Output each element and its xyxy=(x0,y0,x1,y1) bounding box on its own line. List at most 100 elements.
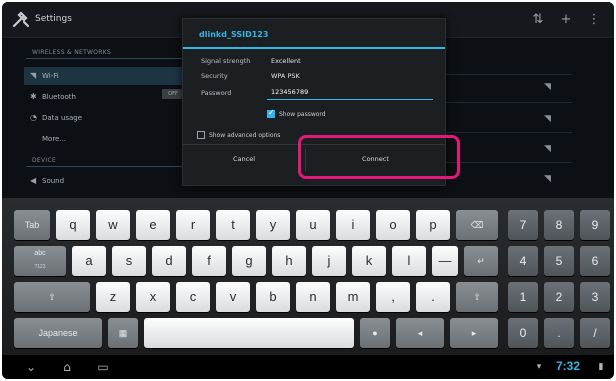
key[interactable]: b xyxy=(256,282,290,312)
section-header-device: DEVICE xyxy=(32,157,57,164)
key[interactable]: f xyxy=(192,246,226,276)
status-clock: 7:32 xyxy=(556,359,581,373)
key[interactable]: — xyxy=(432,246,458,276)
section-divider xyxy=(26,58,184,59)
bluetooth-icon: ✱ xyxy=(30,92,37,101)
numpad-key[interactable]: 8 xyxy=(544,210,574,240)
cancel-button[interactable]: Cancel xyxy=(183,145,305,173)
key[interactable]: j xyxy=(312,246,346,276)
key[interactable]: l xyxy=(392,246,426,276)
wifi-signal-icon: ◥ xyxy=(544,114,551,124)
settings-item-label: Bluetooth xyxy=(42,93,76,101)
key[interactable]: x xyxy=(136,282,170,312)
key[interactable]: s xyxy=(112,246,146,276)
key[interactable]: r xyxy=(176,210,210,240)
settings-item-label: Data usage xyxy=(42,114,83,122)
action-bar-title: Settings xyxy=(35,14,72,24)
shift-icon: ⇧ xyxy=(48,292,56,302)
key[interactable]: t xyxy=(216,210,250,240)
key[interactable]: z xyxy=(96,282,130,312)
shift-key-left[interactable]: ⇧ xyxy=(14,282,90,312)
numpad-key[interactable]: 9 xyxy=(580,210,610,240)
numpad-key[interactable]: 4 xyxy=(508,246,538,276)
space-key[interactable] xyxy=(144,318,354,348)
cursor-left-key[interactable]: ◂ xyxy=(396,318,444,348)
settings-item-more[interactable]: More... xyxy=(24,130,184,148)
numpad-key[interactable]: / xyxy=(580,318,610,348)
abc-mode-key[interactable]: abc ?123 xyxy=(14,246,66,276)
settings-item-bluetooth[interactable]: ✱ Bluetooth xyxy=(24,88,184,106)
keyboard-settings-key[interactable]: ▦ xyxy=(108,318,138,348)
connect-button-highlight xyxy=(298,135,460,179)
show-password-checkbox[interactable] xyxy=(267,108,275,118)
password-input[interactable]: 123456789 xyxy=(267,86,433,100)
overflow-menu-icon[interactable]: ⋮ xyxy=(586,12,602,28)
wifi-signal-icon: ◥ xyxy=(544,144,551,154)
numpad-key[interactable]: 3 xyxy=(580,282,610,312)
tablet-screen: Settings ⇅ + ⋮ WIRELESS & NETWORKS ◥ Wi-… xyxy=(2,2,614,379)
wifi-signal-icon: ◥ xyxy=(544,174,551,184)
section-divider xyxy=(26,166,184,167)
enter-icon: ↵ xyxy=(477,256,485,266)
key[interactable]: p xyxy=(416,210,450,240)
tab-key[interactable]: Tab xyxy=(14,210,50,240)
numpad-key[interactable]: 0 xyxy=(508,318,538,348)
key[interactable]: h xyxy=(272,246,306,276)
key[interactable]: c xyxy=(176,282,210,312)
key[interactable]: d xyxy=(152,246,186,276)
settings-app-icon[interactable] xyxy=(11,10,31,30)
language-key[interactable]: Japanese xyxy=(14,318,102,348)
backspace-key[interactable]: ⌫ xyxy=(456,210,498,240)
arrow-left-icon: ◂ xyxy=(417,328,423,338)
battery-icon: ▮ xyxy=(598,362,604,372)
dialog-title-divider xyxy=(183,47,445,49)
voice-input-key[interactable]: ● xyxy=(360,318,390,348)
key[interactable]: k xyxy=(352,246,386,276)
password-label: Password xyxy=(201,89,232,97)
key[interactable]: q xyxy=(56,210,90,240)
abc-key-label: abc xyxy=(34,250,46,257)
key[interactable]: v xyxy=(216,282,250,312)
settings-item-wifi[interactable]: ◥ Wi-Fi xyxy=(24,67,184,85)
key[interactable]: y xyxy=(256,210,290,240)
settings-item-label: Wi-Fi xyxy=(42,72,59,80)
key[interactable]: i xyxy=(336,210,370,240)
key[interactable]: n xyxy=(296,282,330,312)
bluetooth-toggle[interactable]: OFF xyxy=(162,89,184,99)
numpad-key[interactable]: 6 xyxy=(580,246,610,276)
signal-strength-value: Excellent xyxy=(271,57,301,65)
wifi-icon: ◥ xyxy=(30,71,37,80)
key[interactable]: u xyxy=(296,210,330,240)
keyboard-indicator-icon: ▾ xyxy=(536,362,542,372)
section-header-wireless: WIRELESS & NETWORKS xyxy=(32,49,112,56)
key[interactable]: . xyxy=(416,282,450,312)
key[interactable]: a xyxy=(72,246,106,276)
home-icon[interactable]: ⌂ xyxy=(58,358,76,376)
usb-icon[interactable]: ⇅ xyxy=(530,12,546,28)
key[interactable]: e xyxy=(136,210,170,240)
numpad-key[interactable]: . xyxy=(544,318,574,348)
settings-item-label: Sound xyxy=(42,177,65,185)
key[interactable]: , xyxy=(376,282,410,312)
signal-strength-label: Signal strength xyxy=(201,57,251,65)
numpad-key[interactable]: 7 xyxy=(508,210,538,240)
settings-item-sound[interactable]: ◀ Sound xyxy=(24,172,184,190)
recent-apps-icon[interactable]: ▭ xyxy=(94,358,112,376)
backspace-icon: ⌫ xyxy=(470,220,484,230)
enter-key[interactable]: ↵ xyxy=(464,246,498,276)
back-icon[interactable]: ⌄ xyxy=(22,358,40,376)
show-advanced-label: Show advanced options xyxy=(209,132,281,139)
shift-key-right[interactable]: ⇧ xyxy=(456,282,498,312)
key[interactable]: w xyxy=(96,210,130,240)
wifi-signal-icon: ◥ xyxy=(544,82,551,92)
numpad-key[interactable]: 2 xyxy=(544,282,574,312)
key[interactable]: m xyxy=(336,282,370,312)
settings-item-data-usage[interactable]: ◔ Data usage xyxy=(24,109,184,127)
key[interactable]: o xyxy=(376,210,410,240)
cursor-right-key[interactable]: ▸ xyxy=(450,318,498,348)
numpad-key[interactable]: 1 xyxy=(508,282,538,312)
numpad-key[interactable]: 5 xyxy=(544,246,574,276)
add-icon[interactable]: + xyxy=(558,12,574,28)
show-advanced-checkbox[interactable] xyxy=(197,131,205,139)
key[interactable]: g xyxy=(232,246,266,276)
